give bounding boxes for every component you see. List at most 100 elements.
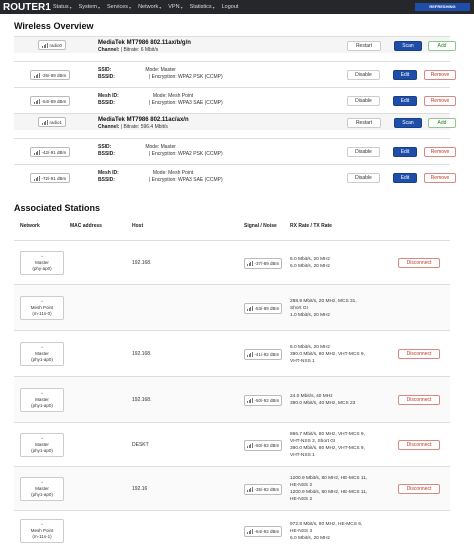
signal-icon [42, 119, 48, 125]
menu-item-services[interactable]: Services ▾ [107, 4, 131, 10]
menu-item-label: Logout [221, 4, 239, 10]
disable-button[interactable]: Disable [347, 147, 380, 157]
signal-icon [42, 42, 48, 48]
station-network-badge: • Mesh Point (m-11s-1) [20, 519, 64, 543]
radio-model: MediaTek MT7986 802.11ac/ax/n [98, 117, 189, 123]
mode-text: Mode: Master [145, 67, 176, 73]
radio-info: MediaTek MT7986 802.11ac/ax/n Channel: | … [98, 117, 189, 131]
station-rate: 866.7 Mbit/s, 80 MHz, VHT-MCS 9, VHT-NSS … [290, 431, 365, 459]
menu-item-statistics[interactable]: Statistics ▾ [190, 4, 215, 10]
mode-text: Mode: Master [145, 144, 176, 150]
add-button[interactable]: Add [428, 41, 456, 51]
radio-model: MediaTek MT7986 802.11ax/b/g/n [98, 40, 191, 46]
rate-line: HE-NSS 2 [290, 483, 313, 488]
rate-line: 288.9 Mbit/s, 20 MHz, MCS 31, [290, 298, 357, 304]
rate-line: 390.0 Mbit/s, 40 MHz, MCS 23 [290, 401, 356, 406]
network-info: Mesh ID: Mode: Mesh Point BSSID: | Encrypti… [98, 93, 223, 107]
signal-value: -35/-92 dBm [254, 487, 280, 492]
signal-icon [247, 487, 253, 492]
edit-button[interactable]: Edit [393, 173, 417, 183]
mode-text: Mode: Mesh Point [152, 93, 194, 99]
signal-value: -54/-89 dBm [41, 98, 67, 104]
signal-icon [34, 72, 40, 78]
scan-button[interactable]: Scan [394, 118, 422, 128]
chevron-down-icon: ▾ [180, 4, 183, 10]
network-line-2: BSSID: | Encryption: WPA3 SAE (CCMP) [98, 100, 223, 107]
network-signal-badge: -72/-91 dBm [30, 173, 71, 183]
wireless-overview-heading: Wireless Overview [14, 21, 94, 31]
radio-device-row: radio0 MediaTek MT7986 802.11ax/b/g/n Chan… [14, 36, 456, 54]
signal-value: -72/-91 dBm [41, 175, 67, 181]
edit-button[interactable]: Edit [393, 147, 417, 157]
wifi-network-row: -54/-89 dBm Mesh ID: Mode: Mesh Point BSSID… [14, 87, 456, 113]
disconnect-button[interactable]: Disconnect [398, 258, 440, 268]
remove-button[interactable]: Remove [424, 70, 456, 80]
station-row: • Mesh Point (m-11s-0) -53/-89 dBm 288.9 Mbi… [14, 284, 450, 330]
station-host: 192.16 [132, 486, 148, 492]
radio-channel-line: Channel: | Bitrate: 596.4 Mbit/s [98, 124, 189, 131]
refresh-status-badge[interactable]: REFRESHING [415, 3, 470, 11]
station-network-badge: • Mesh Point (m-11s-0) [20, 296, 64, 320]
associated-stations-heading: Associated Stations [14, 203, 101, 213]
bssid-label: BSSID: [98, 177, 115, 183]
disable-button[interactable]: Disable [347, 96, 380, 106]
station-rate: 6.0 Mbit/s, 20 MHz 6.0 Mbit/s, 20 MHz [290, 256, 330, 270]
remove-button[interactable]: Remove [424, 96, 456, 106]
menu-item-label: Statistics [189, 4, 212, 10]
bitrate-text: | Bitrate: 6 Mbit/s [120, 47, 159, 53]
station-signal-badge: -64/-92 dBm [244, 526, 282, 537]
disconnect-button[interactable]: Disconnect [398, 349, 440, 359]
network-interface: (phy1-ap0) [31, 492, 53, 497]
remove-button[interactable]: Remove [424, 147, 456, 157]
radio-name: radio0 [49, 42, 63, 48]
station-signal-badge: -37/-89 dBm [244, 258, 282, 269]
encryption-text: | Encryption: WPA3 SAE (CCMP) [148, 177, 223, 183]
network-line-2: BSSID: | Encryption: WPA2 PSK (CCMP) [98, 151, 223, 158]
network-info: SSID: Mode: Master BSSID: | Encryption: WPA… [98, 144, 223, 158]
station-network-badge: • Master (phy1-ap0) [20, 388, 64, 412]
disable-button[interactable]: Disable [347, 173, 380, 183]
wifi-network-row: -42/-91 dBm SSID: Mode: Master BSSID: | Encr… [14, 138, 456, 164]
header-mac-address: MAC address [70, 223, 102, 229]
rate-line: 866.7 Mbit/s, 80 MHz, VHT-MCS 9, [290, 432, 365, 437]
restart-button[interactable]: Restart [347, 41, 381, 51]
chevron-down-icon: ▾ [129, 4, 132, 10]
disconnect-button[interactable]: Disconnect [398, 440, 440, 450]
encryption-text: | Encryption: WPA2 PSK (CCMP) [148, 151, 223, 157]
menu-item-system[interactable]: System ▾ [79, 4, 100, 10]
brand-logo[interactable]: ROUTER1 [3, 2, 53, 13]
network-line-1: SSID: Mode: Master [98, 144, 223, 151]
chevron-down-icon: ▾ [69, 4, 72, 10]
station-signal-badge: -53/-89 dBm [244, 303, 282, 314]
menu-item-status[interactable]: Status ▾ [53, 4, 72, 10]
rate-line: 1200.9 Mbit/s, 80 MHz, HE-MCS 11, [290, 476, 368, 481]
signal-value: -64/-92 dBm [254, 529, 280, 534]
menu-item-vpn[interactable]: VPN ▾ [168, 4, 182, 10]
disable-button[interactable]: Disable [347, 70, 380, 80]
edit-button[interactable]: Edit [393, 96, 417, 106]
station-row: • Master (phy-ap0) 192.168. -37/-89 dBm 6.0 M… [14, 240, 450, 284]
remove-button[interactable]: Remove [424, 173, 456, 183]
scan-button[interactable]: Scan [394, 41, 422, 51]
edit-button[interactable]: Edit [393, 70, 417, 80]
radio-channel-line: Channel: | Bitrate: 6 Mbit/s [98, 47, 191, 54]
radio-info: MediaTek MT7986 802.11ax/b/g/n Channel: |… [98, 40, 191, 54]
network-interface: (phy1-ap0) [31, 448, 53, 453]
network-signal-badge: -54/-89 dBm [30, 96, 71, 106]
channel-label: Channel: [98, 124, 120, 130]
signal-value: -35/-89 dBm [41, 72, 67, 78]
menu-item-network[interactable]: Network ▾ [138, 4, 161, 10]
network-interface: (phy1-ap0) [31, 357, 53, 362]
menu-item-logout[interactable]: Logout [222, 4, 239, 10]
signal-value: -53/-89 dBm [254, 306, 280, 311]
disconnect-button[interactable]: Disconnect [398, 395, 440, 405]
add-button[interactable]: Add [428, 118, 456, 128]
disconnect-button[interactable]: Disconnect [398, 484, 440, 494]
restart-button[interactable]: Restart [347, 118, 381, 128]
station-host: 192.168. [132, 397, 152, 403]
signal-icon [247, 443, 253, 448]
station-host: DESKT [132, 442, 149, 448]
wifi-network-row: -72/-91 dBm Mesh ID: Mode: Mesh Point BSSID… [14, 164, 456, 190]
chevron-down-icon: ▾ [159, 4, 162, 10]
network-line-2: BSSID: | Encryption: WPA2 PSK (CCMP) [98, 74, 223, 81]
